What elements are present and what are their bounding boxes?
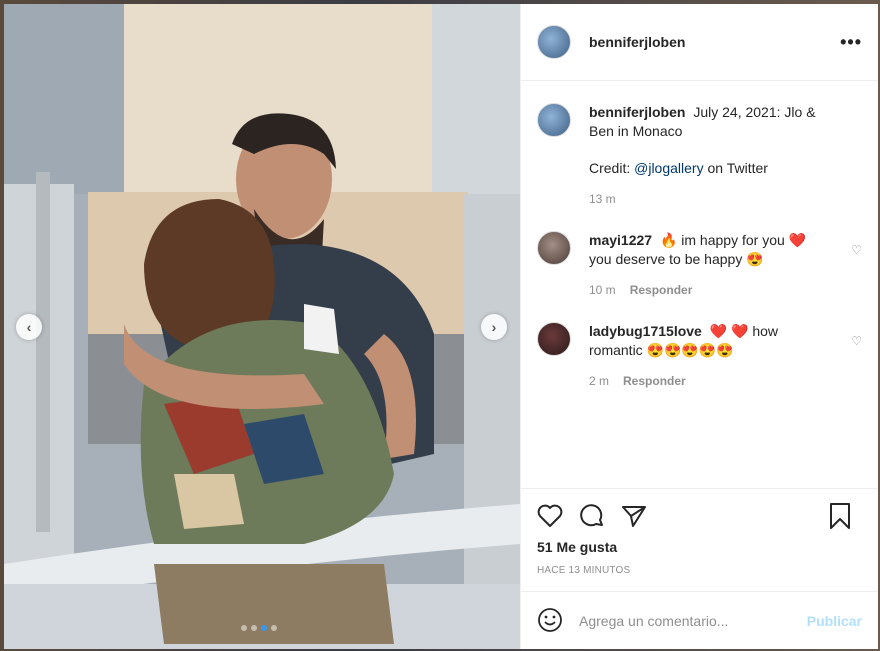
- comment-username[interactable]: mayi1227: [589, 232, 652, 248]
- comment-item: mayi1227 🔥 im happy for you ❤️ you deser…: [537, 231, 862, 300]
- comment-heart-icon[interactable]: ♡: [851, 334, 862, 348]
- reply-button[interactable]: Responder: [623, 372, 686, 391]
- post-modal: ‹ › benniferjloben ••• benniferjloben Ju…: [4, 4, 878, 649]
- carousel-dot: [271, 625, 277, 631]
- photo-illustration: [4, 4, 520, 649]
- comments-list: benniferjloben July 24, 2021: Jlo & Ben …: [521, 81, 878, 488]
- comment-heart-icon[interactable]: ♡: [851, 243, 862, 257]
- caption-credit: Credit: @jlogallery on Twitter: [589, 159, 821, 178]
- carousel-dot: [241, 625, 247, 631]
- comment-composer: Publicar: [521, 591, 878, 649]
- post-details-panel: benniferjloben ••• benniferjloben July 2…: [520, 4, 878, 649]
- post-header: benniferjloben •••: [521, 4, 878, 81]
- like-count[interactable]: 51 Me gusta: [537, 539, 862, 555]
- chevron-right-icon[interactable]: ›: [481, 314, 507, 340]
- post-timestamp[interactable]: HACE 13 MINUTOS: [537, 565, 862, 576]
- publish-button[interactable]: Publicar: [807, 613, 862, 629]
- author-avatar[interactable]: [537, 103, 571, 137]
- caption-username[interactable]: benniferjloben: [589, 104, 685, 120]
- caption-timestamp[interactable]: 13 m: [589, 190, 616, 209]
- carousel-indicator: [241, 625, 277, 631]
- author-avatar[interactable]: [537, 25, 571, 59]
- author-username[interactable]: benniferjloben: [589, 34, 685, 50]
- comment-timestamp[interactable]: 10 m: [589, 281, 616, 300]
- credit-prefix: Credit:: [589, 160, 635, 176]
- smiley-icon[interactable]: [537, 607, 565, 635]
- post-actions: 51 Me gusta HACE 13 MINUTOS: [521, 488, 878, 591]
- carousel-dot-active: [261, 625, 267, 631]
- heart-icon[interactable]: [537, 501, 571, 531]
- comment-input[interactable]: [579, 612, 807, 629]
- comment-icon[interactable]: [579, 501, 613, 531]
- reply-button[interactable]: Responder: [630, 281, 693, 300]
- credit-mention-link[interactable]: @jlogallery: [634, 160, 703, 176]
- more-options-icon[interactable]: •••: [840, 32, 862, 53]
- comment-item: ladybug1715love ❤️ ❤️ how romantic 😍😍😍😍😍…: [537, 322, 862, 391]
- bookmark-icon[interactable]: [828, 501, 862, 531]
- commenter-avatar[interactable]: [537, 322, 571, 356]
- caption: benniferjloben July 24, 2021: Jlo & Ben …: [537, 103, 862, 209]
- carousel-dot: [251, 625, 257, 631]
- post-photo[interactable]: ‹ ›: [4, 4, 520, 649]
- share-icon[interactable]: [621, 501, 655, 531]
- chevron-left-icon[interactable]: ‹: [16, 314, 42, 340]
- comment-username[interactable]: ladybug1715love: [589, 323, 702, 339]
- credit-suffix: on Twitter: [703, 160, 768, 176]
- comment-timestamp[interactable]: 2 m: [589, 372, 609, 391]
- commenter-avatar[interactable]: [537, 231, 571, 265]
